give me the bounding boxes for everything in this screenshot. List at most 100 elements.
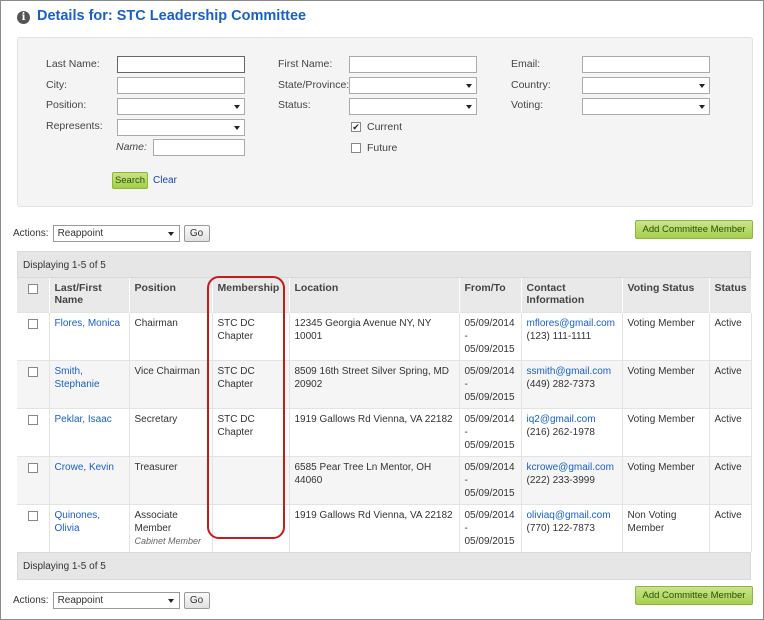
column-header[interactable]: Last/First Name: [49, 278, 130, 312]
phone-text: (222) 233-3999: [526, 474, 595, 486]
from-to-cell: 05/09/2014-05/09/2015: [459, 503, 522, 552]
voting-select[interactable]: [582, 98, 710, 115]
members-table: Last/First Name Position Membership Loca…: [17, 278, 752, 552]
sub-role-text: Cabinet Member: [134, 535, 202, 546]
name-cell: Flores, Monica: [49, 311, 130, 360]
status-cell: Active: [709, 311, 752, 360]
city-label: City:: [46, 79, 67, 91]
column-header[interactable]: Voting Status: [622, 278, 710, 312]
chevron-down-icon: [234, 105, 240, 109]
first-name-input[interactable]: [349, 56, 477, 73]
add-committee-member-button[interactable]: Add Committee Member: [635, 586, 753, 605]
info-icon: i: [17, 10, 30, 24]
column-header[interactable]: Contact Information: [521, 278, 623, 312]
go-button[interactable]: Go: [183, 592, 210, 609]
status-cell: Active: [709, 455, 752, 504]
location-cell: 12345 Georgia Avenue NY, NY 10001: [289, 311, 460, 360]
select-all-checkbox[interactable]: [27, 284, 38, 294]
name-label: Name:: [116, 141, 147, 153]
name-input[interactable]: [153, 139, 245, 156]
member-name-link[interactable]: Quinones, Olivia: [55, 510, 101, 534]
actions-bar-bottom: Actions: Reappoint Go: [13, 592, 210, 609]
page-header: i Details for: STC Leadership Committee: [17, 8, 306, 24]
email-link[interactable]: kcrowe@gmail.com: [527, 462, 614, 473]
state-select[interactable]: [349, 77, 477, 94]
to-date: 05/09/2015: [464, 439, 515, 451]
email-link[interactable]: mflores@gmail.com: [527, 318, 616, 329]
column-header[interactable]: From/To: [459, 278, 522, 312]
status-label: Status:: [278, 99, 311, 111]
phone-text: (770) 122-7873: [526, 522, 595, 534]
date-separator: -: [464, 426, 468, 438]
search-panel: Last Name: City: Position: Represents: N…: [17, 37, 753, 207]
email-link[interactable]: oliviaq@gmail.com: [527, 510, 611, 521]
position-cell: Secretary: [129, 407, 213, 456]
row-checkbox[interactable]: [27, 366, 38, 377]
table-row: Smith, Stephanie Vice Chairman STC DC Chap…: [17, 359, 752, 408]
chevron-down-icon: [466, 84, 472, 88]
row-checkbox[interactable]: [27, 510, 38, 521]
add-committee-member-button[interactable]: Add Committee Member: [635, 220, 753, 239]
position-cell: Vice Chairman: [129, 359, 213, 408]
to-date: 05/09/2015: [464, 343, 515, 355]
current-checkbox[interactable]: ✔: [351, 122, 361, 132]
member-name-link[interactable]: Smith, Stephanie: [55, 366, 100, 390]
member-name-link[interactable]: Flores, Monica: [55, 318, 121, 329]
future-checkbox[interactable]: [351, 143, 361, 153]
actions-bar-top: Actions: Reappoint Go: [13, 225, 210, 242]
row-checkbox[interactable]: [27, 318, 38, 329]
actions-select[interactable]: Reappoint: [52, 592, 180, 609]
date-separator: -: [464, 522, 468, 534]
represents-select[interactable]: [117, 119, 245, 136]
membership-cell: STC DC Chapter: [212, 407, 290, 456]
email-link[interactable]: ssmith@gmail.com: [527, 366, 612, 377]
last-name-input[interactable]: [117, 56, 245, 73]
column-header[interactable]: Status: [709, 278, 752, 312]
date-separator: -: [464, 330, 468, 342]
column-header[interactable]: Membership: [212, 278, 290, 312]
from-to-cell: 05/09/2014-05/09/2015: [459, 407, 522, 456]
clear-link[interactable]: Clear: [153, 175, 177, 186]
email-input[interactable]: [582, 56, 710, 73]
go-button[interactable]: Go: [183, 225, 210, 242]
position-cell: Associate Member Cabinet Member: [129, 503, 213, 552]
city-input[interactable]: [117, 77, 245, 94]
row-checkbox[interactable]: [27, 462, 38, 473]
from-date: 05/09/2014: [464, 413, 515, 425]
chevron-down-icon: [699, 105, 705, 109]
to-date: 05/09/2015: [464, 535, 515, 547]
name-cell: Peklar, Isaac: [49, 407, 130, 456]
represents-label: Represents:: [46, 120, 103, 132]
name-cell: Quinones, Olivia: [49, 503, 130, 552]
from-to-cell: 05/09/2014-05/09/2015: [459, 359, 522, 408]
actions-select[interactable]: Reappoint: [52, 225, 180, 242]
location-cell: 1919 Gallows Rd Vienna, VA 22182: [289, 407, 460, 456]
email-label: Email:: [511, 58, 541, 70]
future-label: Future: [367, 142, 398, 154]
voting-status-cell: Voting Member: [622, 407, 710, 456]
status-select[interactable]: [349, 98, 477, 115]
search-button[interactable]: Search: [112, 172, 148, 189]
date-separator: -: [464, 474, 468, 486]
display-count-bottom: Displaying 1-5 of 5: [17, 551, 751, 580]
name-cell: Crowe, Kevin: [49, 455, 130, 504]
member-name-link[interactable]: Crowe, Kevin: [55, 462, 114, 473]
email-link[interactable]: iq2@gmail.com: [527, 414, 596, 425]
column-header[interactable]: Location: [289, 278, 460, 312]
table-row: Flores, Monica Chairman STC DC Chapter 1234…: [17, 311, 752, 360]
contact-cell: iq2@gmail.com (216) 262-1978: [521, 407, 623, 456]
row-checkbox[interactable]: [27, 414, 38, 425]
contact-cell: ssmith@gmail.com (449) 282-7373: [521, 359, 623, 408]
position-cell: Chairman: [129, 311, 213, 360]
position-select[interactable]: [117, 98, 245, 115]
contact-cell: kcrowe@gmail.com (222) 233-3999: [521, 455, 623, 504]
column-header[interactable]: Position: [129, 278, 213, 312]
voting-status-cell: Voting Member: [622, 455, 710, 504]
current-label: Current: [367, 121, 403, 133]
row-select-cell: [17, 311, 50, 360]
location-cell: 8509 16th Street Silver Spring, MD 20902: [289, 359, 460, 408]
from-date: 05/09/2014: [464, 365, 515, 377]
first-name-label: First Name:: [278, 58, 333, 70]
member-name-link[interactable]: Peklar, Isaac: [55, 414, 112, 425]
country-select[interactable]: [582, 77, 710, 94]
